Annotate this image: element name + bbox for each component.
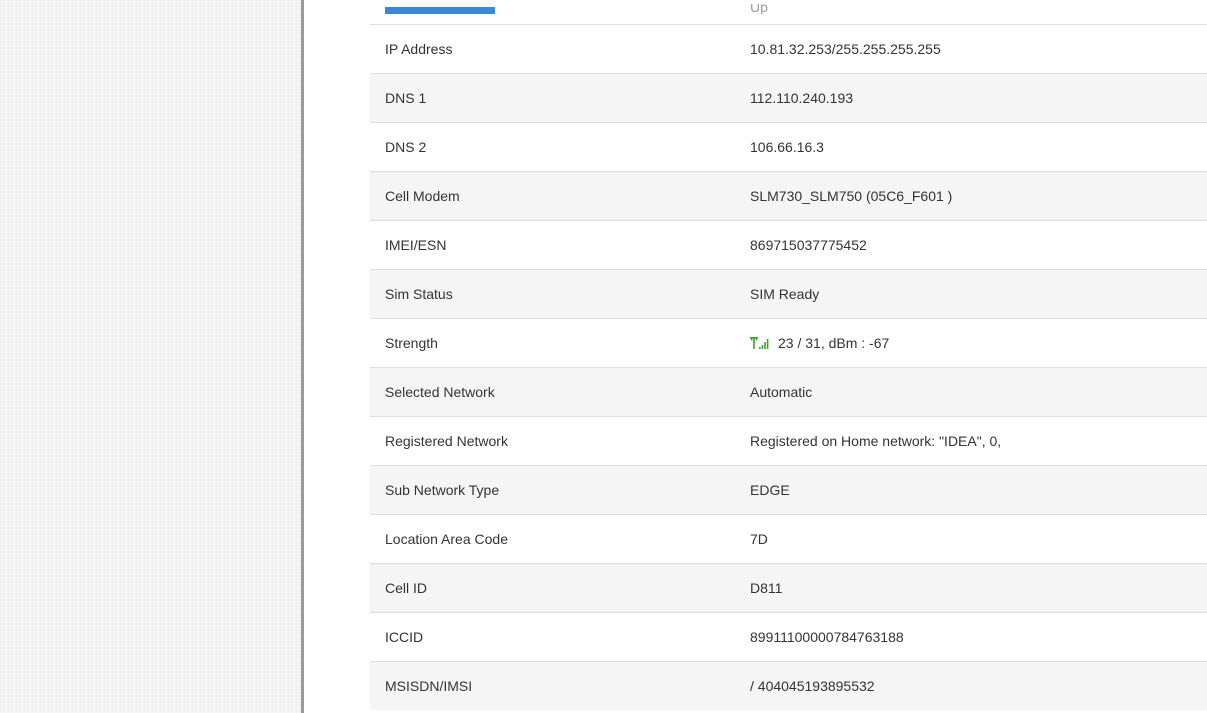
row-label-cut-off bbox=[370, 0, 735, 24]
table-row: MSISDN/IMSI / 404045193895532 bbox=[370, 660, 1207, 710]
status-page: Up IP Address 10.81.32.253/255.255.255.2… bbox=[0, 0, 1207, 713]
row-value: SIM Ready bbox=[735, 268, 1207, 318]
row-value: / 404045193895532 bbox=[735, 660, 1207, 710]
row-label: Cell Modem bbox=[370, 170, 735, 220]
row-value: D811 bbox=[735, 562, 1207, 612]
row-value: 10.81.32.253/255.255.255.255 bbox=[735, 23, 1207, 73]
row-value: Automatic bbox=[735, 366, 1207, 416]
table-row: DNS 2 106.66.16.3 bbox=[370, 121, 1207, 171]
row-label: Location Area Code bbox=[370, 513, 735, 563]
row-label: Sim Status bbox=[370, 268, 735, 318]
table-row: DNS 1 112.110.240.193 bbox=[370, 72, 1207, 122]
table-row: IMEI/ESN 869715037775452 bbox=[370, 219, 1207, 269]
table-row: Up bbox=[370, 0, 1207, 24]
row-value: Registered on Home network: "IDEA", 0, bbox=[735, 415, 1207, 465]
row-label: Cell ID bbox=[370, 562, 735, 612]
left-sidebar-panel bbox=[0, 0, 304, 713]
row-label: ICCID bbox=[370, 611, 735, 661]
row-label: Strength bbox=[370, 317, 735, 367]
row-value: 869715037775452 bbox=[735, 219, 1207, 269]
partial-value-text: Up bbox=[750, 3, 768, 14]
row-value: 23 / 31, dBm : -67 bbox=[735, 317, 1207, 367]
table-row: Sub Network Type EDGE bbox=[370, 464, 1207, 514]
row-value: 89911100000784763188 bbox=[735, 611, 1207, 661]
row-value: EDGE bbox=[735, 464, 1207, 514]
row-label: Registered Network bbox=[370, 415, 735, 465]
cellular-status-table: Up IP Address 10.81.32.253/255.255.255.2… bbox=[370, 0, 1207, 710]
table-row: Registered Network Registered on Home ne… bbox=[370, 415, 1207, 465]
table-row: Location Area Code 7D bbox=[370, 513, 1207, 563]
table-row: Strength 23 / 31, dBm: -67 bbox=[370, 317, 1207, 367]
table-row: Selected Network Automatic bbox=[370, 366, 1207, 416]
signal-strength-icon bbox=[750, 336, 770, 350]
row-label: MSISDN/IMSI bbox=[370, 660, 735, 710]
row-label: DNS 1 bbox=[370, 72, 735, 122]
row-label: Selected Network bbox=[370, 366, 735, 416]
row-value: 106.66.16.3 bbox=[735, 121, 1207, 171]
row-label: Sub Network Type bbox=[370, 464, 735, 514]
table-row: IP Address 10.81.32.253/255.255.255.255 bbox=[370, 23, 1207, 73]
signal-strength-text: 23 / 31, dBm : -67 bbox=[778, 334, 890, 351]
row-value: 112.110.240.193 bbox=[735, 72, 1207, 122]
row-value: SLM730_SLM750 (05C6_F601 ) bbox=[735, 170, 1207, 220]
table-row: ICCID 89911100000784763188 bbox=[370, 611, 1207, 661]
row-label: IMEI/ESN bbox=[370, 219, 735, 269]
row-label: DNS 2 bbox=[370, 121, 735, 171]
row-value: 7D bbox=[735, 513, 1207, 563]
table-row: Cell ID D811 bbox=[370, 562, 1207, 612]
row-value-cut-off: Up bbox=[735, 0, 1207, 24]
table-row: Cell Modem SLM730_SLM750 (05C6_F601 ) bbox=[370, 170, 1207, 220]
selected-label-highlight bbox=[385, 6, 495, 14]
row-label: IP Address bbox=[370, 23, 735, 73]
table-row: Sim Status SIM Ready bbox=[370, 268, 1207, 318]
